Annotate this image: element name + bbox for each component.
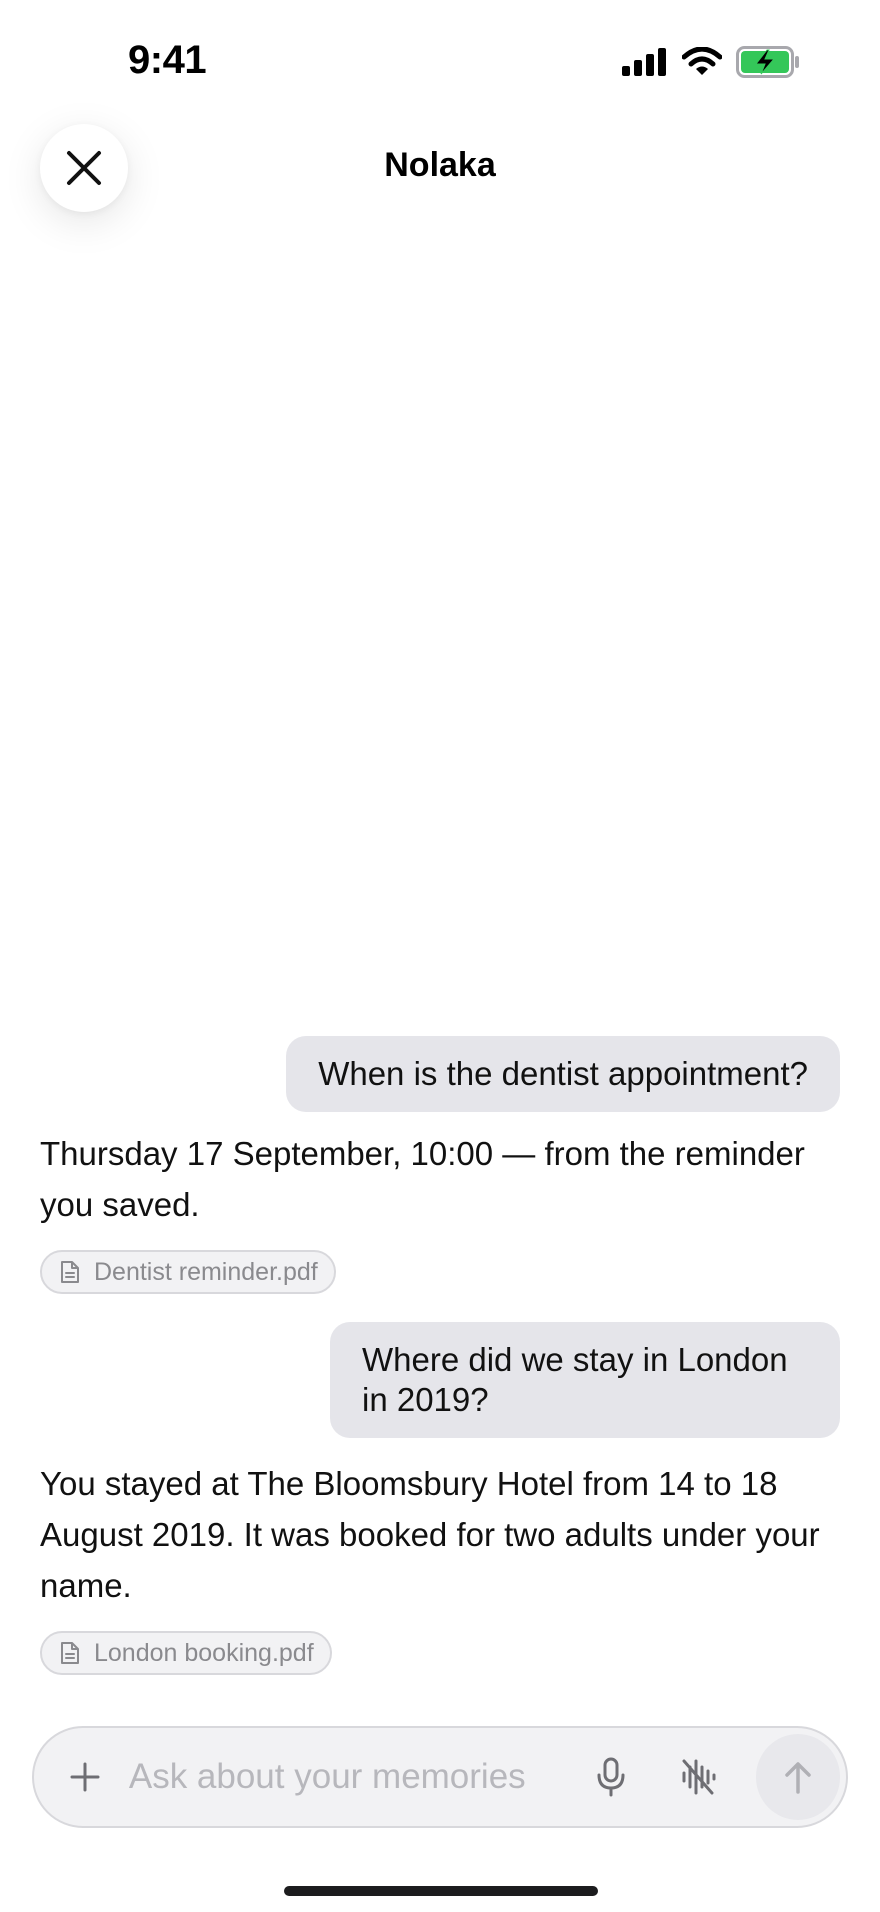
page-title: Nolaka — [384, 146, 496, 184]
assistant-message: Thursday 17 September, 10:00 — from the … — [40, 1135, 805, 1223]
user-message: When is the dentist appointment? — [286, 1036, 840, 1112]
source-chip-label: London booking.pdf — [94, 1638, 314, 1667]
assistant-message: You stayed at The Bloomsbury Hotel from … — [40, 1465, 820, 1604]
voice-mode-button[interactable] — [667, 1745, 730, 1809]
send-button[interactable] — [755, 1734, 840, 1820]
source-chip[interactable]: London booking.pdf — [40, 1631, 332, 1675]
arrow-up-icon — [785, 1762, 811, 1794]
source-chip[interactable]: Dentist reminder.pdf — [40, 1250, 336, 1294]
microphone-icon — [597, 1757, 625, 1797]
status-time: 9:41 — [128, 38, 207, 82]
message-composer — [32, 1726, 848, 1828]
document-icon — [61, 1642, 79, 1664]
home-indicator — [284, 1886, 598, 1896]
user-message: Where did we stay in London in 2019? — [330, 1322, 840, 1438]
dictation-button[interactable] — [580, 1745, 643, 1809]
cellular-signal-icon — [622, 48, 666, 76]
document-icon — [61, 1261, 79, 1283]
status-bar: 9:41 — [0, 0, 880, 130]
voice-mode-off-icon — [682, 1759, 716, 1795]
plus-icon — [70, 1762, 100, 1792]
status-icons — [622, 46, 800, 78]
add-attachment-button[interactable] — [54, 1745, 117, 1809]
message-input[interactable] — [128, 1757, 580, 1797]
wifi-icon — [682, 47, 722, 75]
source-chip-label: Dentist reminder.pdf — [94, 1257, 318, 1286]
battery-charging-icon — [736, 46, 799, 78]
